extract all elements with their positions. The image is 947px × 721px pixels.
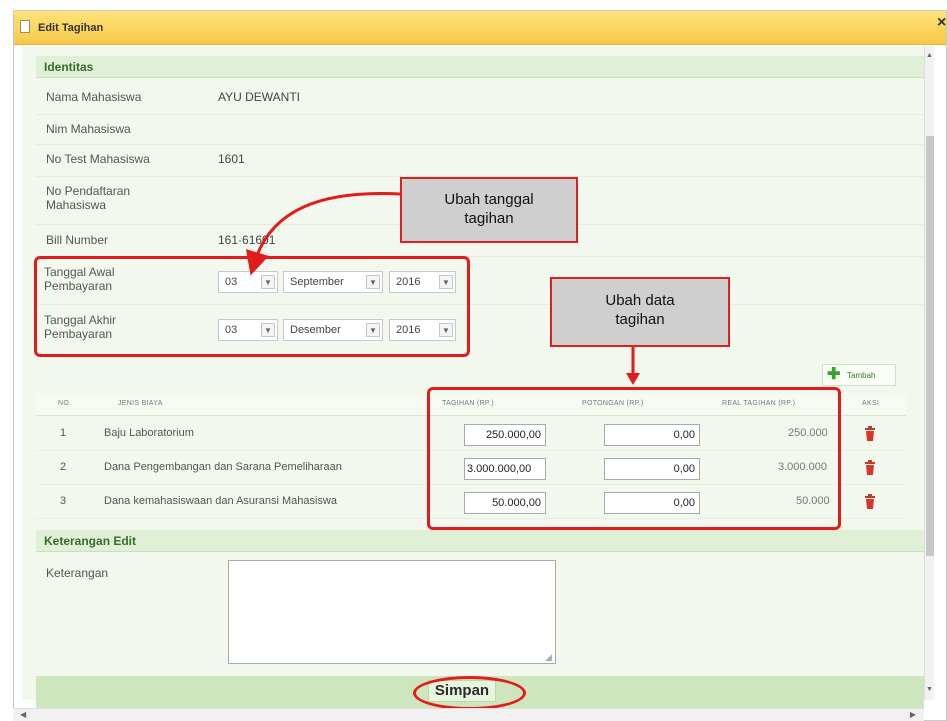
th-aksi: AKSI [862,400,880,407]
tambah-label: Tambah [847,371,876,380]
horizontal-scrollbar[interactable]: ◀ ▶ [13,708,924,721]
divider [36,144,924,145]
nim-label: Nim Mahasiswa [46,122,131,136]
callout-ubah-tanggal-line2: tagihan [464,210,514,227]
keterangan-label: Keterangan [46,566,109,580]
trash-icon[interactable] [862,460,878,476]
dialog-titlebar: Edit Tagihan [14,11,946,45]
callout-ubah-data-line2: tagihan [615,311,665,328]
pendaftaran-label-line2: Mahasiswa [46,198,107,212]
section-identitas: Identitas [36,56,924,78]
arrow-data [626,347,640,385]
scroll-left-icon[interactable]: ◀ [20,710,26,719]
section-keterangan-title: Keterangan Edit [44,534,137,548]
row-jenis-biaya: Baju Laboratorium [104,427,194,439]
section-keterangan: Keterangan Edit [36,530,924,552]
row-no: 1 [60,427,67,439]
bill-number-label: Bill Number [46,233,109,247]
document-icon [20,20,30,33]
th-no: NO. [58,400,72,407]
keterangan-textarea[interactable] [228,560,556,664]
section-identitas-title: Identitas [44,60,94,74]
notest-label: No Test Mahasiswa [46,152,150,166]
row-jenis-biaya: Dana Pengembangan dan Sarana Pemeliharaa… [104,461,342,473]
scrollbar-thumb[interactable] [926,136,934,556]
resize-grip-icon[interactable]: ◢ [545,652,552,663]
dialog-title: Edit Tagihan [38,22,104,34]
callout-ubah-tanggal: Ubah tanggal tagihan [400,177,578,243]
pendaftaran-label-line1: No Pendaftaran [46,184,131,198]
vertical-scrollbar[interactable]: ▲ ▼ [924,46,934,700]
arrow-tanggal [245,192,401,276]
callout-ubah-tanggal-line1: Ubah tanggal [444,191,534,208]
row-no: 2 [60,461,67,473]
close-icon[interactable]: × [937,14,947,32]
tambah-button[interactable]: ✚ Tambah [822,364,896,386]
scroll-down-icon[interactable]: ▼ [926,686,933,693]
scroll-right-icon[interactable]: ▶ [910,710,916,719]
th-jenis-biaya: JENIS BIAYA [118,400,163,407]
annotation-box-data [427,387,841,530]
callout-ubah-data: Ubah data tagihan [550,277,730,347]
notest-value: 1601 [218,152,245,166]
nama-value: AYU DEWANTI [218,90,301,104]
row-no: 3 [60,495,67,507]
trash-icon[interactable] [862,426,878,442]
scroll-up-icon[interactable]: ▲ [926,52,933,59]
trash-icon[interactable] [862,494,878,510]
callout-ubah-data-line1: Ubah data [605,292,675,309]
nama-label: Nama Mahasiswa [46,90,142,104]
divider [36,114,924,115]
plus-icon: ✚ [827,366,841,383]
annotation-ring-simpan [413,676,526,710]
row-jenis-biaya: Dana kemahasiswaan dan Asuransi Mahasisw… [104,495,337,507]
